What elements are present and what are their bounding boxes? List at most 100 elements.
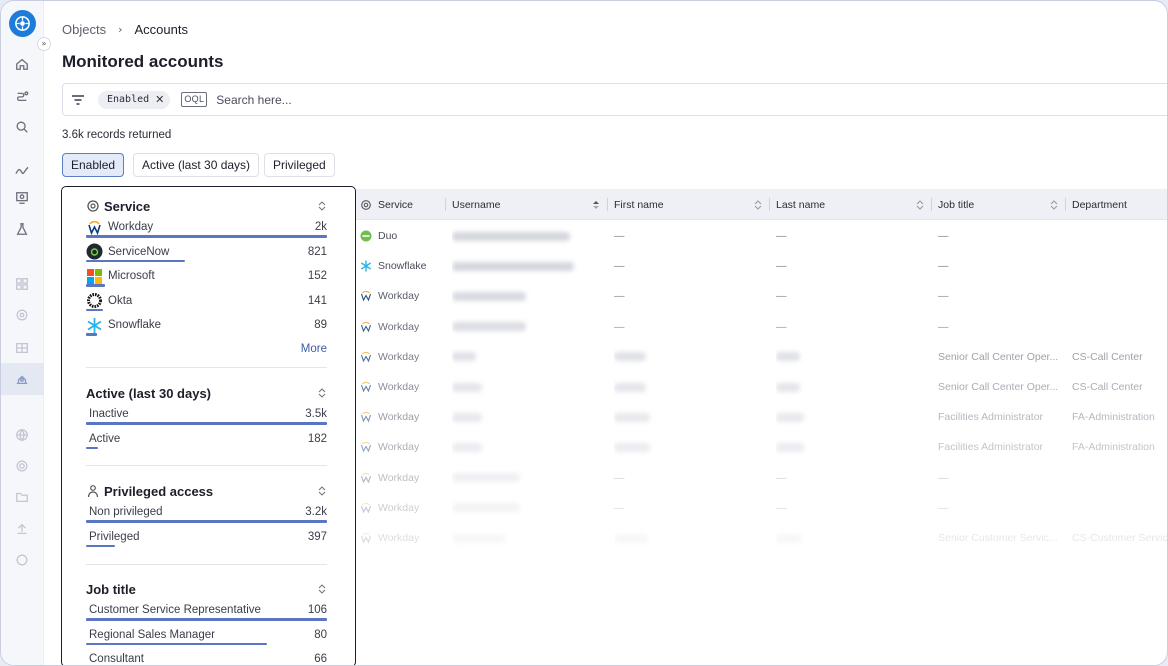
column-header-department[interactable]: Department (1066, 189, 1167, 220)
column-label: Department (1072, 198, 1127, 211)
sort-icon[interactable] (1050, 199, 1058, 211)
facet-bar (86, 446, 99, 449)
integrations-icon[interactable] (12, 86, 32, 106)
grid-icon[interactable] (12, 338, 32, 358)
lab-icon[interactable] (12, 219, 32, 239)
cell-service-label: Workday (378, 532, 420, 544)
folder-icon[interactable] (12, 487, 32, 507)
table-row[interactable]: Workday — — — (356, 463, 1167, 493)
column-header-service[interactable]: Service (356, 189, 446, 220)
sort-icon[interactable] (317, 485, 327, 497)
sort-icon[interactable] (916, 199, 924, 211)
close-icon[interactable]: ✕ (155, 93, 164, 106)
breadcrumb-objects[interactable]: Objects (62, 22, 106, 37)
sort-icon[interactable] (317, 387, 327, 399)
facet-item[interactable]: Okta 141 (86, 289, 327, 314)
facet-item[interactable]: Regional Sales Manager 80 (86, 623, 327, 648)
logo-icon[interactable] (9, 10, 36, 37)
column-label: Last name (776, 198, 826, 211)
search-icon[interactable] (12, 117, 32, 137)
table-row[interactable]: Workday Facilities Administrator FA-Admini… (356, 402, 1167, 432)
quick-filter-active[interactable]: Active (last 30 days) (133, 153, 260, 177)
table-row[interactable]: Workday Senior Customer Servic... CS-Custo… (356, 523, 1167, 553)
quick-filter-enabled[interactable]: Enabled (62, 153, 125, 177)
table-row[interactable]: Workday Senior Call Center Oper... CS-Call… (356, 342, 1167, 372)
cell-service-label: Workday (378, 290, 420, 303)
reports-icon[interactable] (12, 188, 32, 208)
facet-header[interactable]: Job title (86, 580, 327, 598)
table-row[interactable]: Workday — — — (356, 493, 1167, 523)
sort-icon[interactable] (317, 583, 327, 595)
table-row[interactable]: Workday Senior Call Center Oper... CS-Call… (356, 372, 1167, 402)
facet-bar (86, 544, 115, 547)
facet-item[interactable]: ServiceNow 821 (86, 240, 327, 265)
cell-department (1072, 312, 1167, 342)
sort-icon[interactable] (317, 200, 327, 212)
facet-item[interactable]: Privileged 397 (86, 525, 327, 550)
table-row[interactable]: Snowflake — — — (356, 251, 1167, 281)
cell-service: Workday (360, 281, 446, 311)
cell-first-name (614, 523, 770, 553)
facet-header[interactable]: Active (last 30 days) (86, 384, 327, 402)
facet-item[interactable]: Microsoft 152 (86, 264, 327, 289)
facet-item-label: Customer Service Representative (89, 604, 261, 617)
facet-item-label: Consultant (89, 653, 144, 666)
workday-icon (360, 442, 372, 453)
page-title: Monitored accounts (62, 52, 224, 71)
dashboard-icon[interactable] (12, 274, 32, 294)
facet-item-count: 89 (314, 319, 327, 332)
facet-item[interactable]: Workday 2k (86, 215, 327, 240)
facet-item[interactable]: Non privileged 3.2k (86, 500, 327, 525)
chevron-right-icon: › (118, 23, 123, 36)
sort-icon[interactable] (592, 199, 600, 211)
filter-chip-label: Enabled (107, 94, 150, 105)
table-row[interactable]: Workday — — — (356, 312, 1167, 342)
cell-department (1072, 463, 1167, 493)
facet-item-count: 66 (314, 653, 327, 666)
cell-first-name (614, 432, 770, 462)
sidebar-expand-icon[interactable]: » (37, 37, 51, 51)
sort-icon[interactable] (754, 199, 762, 211)
filter-icon[interactable] (71, 93, 85, 107)
oql-toggle[interactable]: OQL (181, 92, 208, 107)
facet-header[interactable]: Privileged access (86, 482, 327, 500)
app-window: » Objects › Accounts Monitored accounts … (0, 0, 1168, 666)
facet-item[interactable]: Active 182 (86, 427, 327, 452)
quick-filter-privileged[interactable]: Privileged (264, 153, 335, 177)
facet-item[interactable]: Consultant 66 (86, 647, 327, 666)
search-input[interactable] (216, 92, 717, 107)
column-header-job-title[interactable]: Job title (932, 189, 1066, 220)
upload-icon[interactable] (12, 519, 32, 539)
snowflake-icon (87, 317, 102, 333)
facet-item[interactable]: Inactive 3.5k (86, 402, 327, 427)
globe-icon[interactable] (12, 425, 32, 445)
settings-icon[interactable] (12, 305, 32, 325)
target-icon[interactable] (12, 456, 32, 476)
help-icon[interactable] (12, 550, 32, 570)
facet-item-label: Active (89, 432, 121, 445)
accounts-icon[interactable] (12, 369, 32, 389)
facet-title: Service (104, 198, 151, 214)
cell-job-title: — (938, 290, 949, 303)
column-header-username[interactable]: Username (446, 189, 608, 220)
cell-service: Workday (360, 463, 446, 493)
column-header-first-name[interactable]: First name (608, 189, 770, 220)
facet-item[interactable]: Customer Service Representative 106 (86, 598, 327, 623)
table-row[interactable]: Workday Facilities Administrator FA-Admini… (356, 432, 1167, 462)
column-header-last-name[interactable]: Last name (770, 189, 932, 220)
table-row[interactable]: Workday — — — (356, 281, 1167, 311)
cell-username (452, 493, 608, 523)
records-count: 3.6k records returned (62, 129, 172, 141)
table-row[interactable]: Duo — — — (356, 221, 1167, 251)
cell-department (1072, 251, 1167, 281)
activity-icon[interactable] (12, 161, 32, 181)
cell-service-label: Snowflake (378, 260, 427, 273)
more-link[interactable]: More (86, 343, 327, 355)
facet-item-label: ServiceNow (108, 245, 170, 258)
cell-service: Workday (360, 493, 446, 523)
facet-item[interactable]: Snowflake 89 (86, 313, 327, 338)
cell-last-name: — (776, 501, 787, 514)
filter-chip-enabled[interactable]: Enabled ✕ (98, 90, 171, 109)
home-icon[interactable] (12, 54, 32, 74)
facet-header[interactable]: Service (86, 197, 327, 215)
